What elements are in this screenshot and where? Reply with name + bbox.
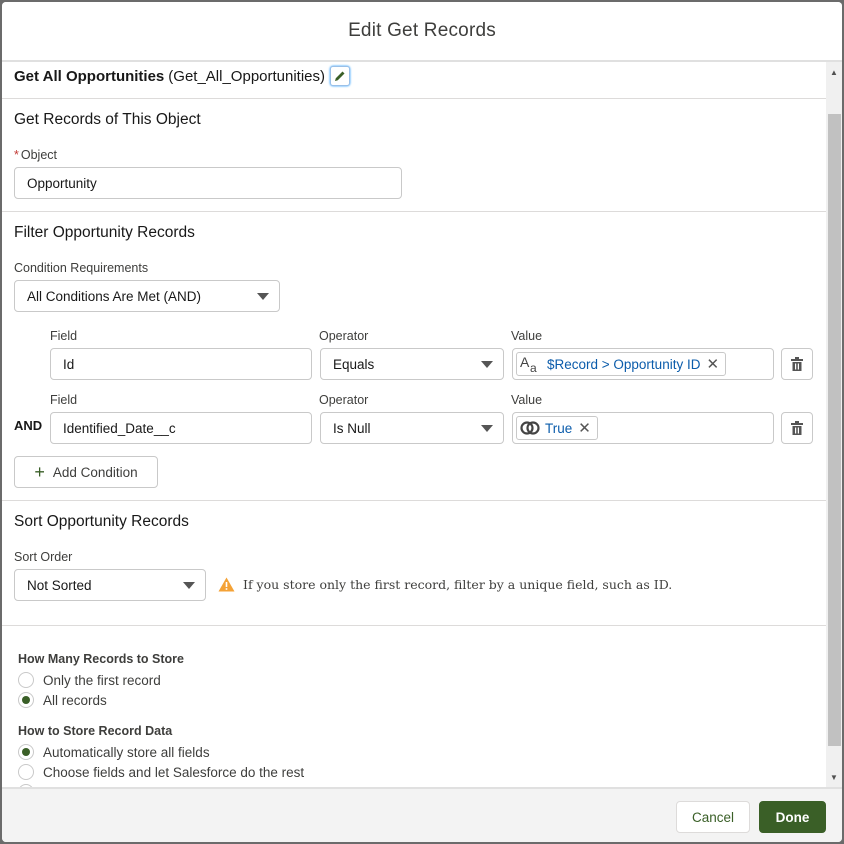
done-button[interactable]: Done (759, 801, 826, 833)
radio-choose-fields[interactable]: Choose fields and let Salesforce do the … (18, 764, 304, 780)
object-value: Opportunity (27, 175, 97, 191)
scrollbar[interactable]: ▲ ▼ (826, 62, 842, 787)
filter-section: Filter Opportunity Records Condition Req… (2, 212, 826, 501)
radio-only-first-record[interactable]: Only the first record (18, 672, 161, 688)
object-section: Get Records of This Object * Object Oppor… (2, 99, 826, 212)
field-value: Identified_Date__c (63, 420, 176, 436)
chevron-down-icon (481, 361, 493, 368)
radio-all-records[interactable]: All records (18, 692, 107, 708)
radio-button[interactable] (18, 744, 34, 760)
radio-button[interactable] (18, 764, 34, 780)
operator-value: Is Null (333, 420, 371, 436)
warning-text: If you store only the first record, filt… (243, 577, 673, 592)
value-label: Value (511, 329, 543, 343)
value-pill-text: $Record > Opportunity ID (547, 356, 701, 372)
delete-condition-button[interactable] (781, 348, 813, 380)
operator-label: Operator (319, 329, 369, 343)
trash-icon (791, 421, 803, 435)
modal-title: Edit Get Records (348, 20, 496, 41)
scroll-up-arrow-icon[interactable]: ▲ (826, 64, 842, 80)
sort-warning: If you store only the first record, filt… (218, 577, 672, 592)
add-condition-button[interactable]: + Add Condition (14, 456, 158, 488)
element-name: Get All Opportunities (Get_All_Opportuni… (14, 66, 351, 86)
trash-icon (791, 357, 803, 371)
condition-connector: AND (14, 418, 43, 433)
sort-section-title: Sort Opportunity Records (14, 513, 189, 530)
condition-requirements-value: All Conditions Are Met (AND) (27, 288, 202, 304)
value-pill[interactable]: True ✕ (516, 416, 598, 440)
boolean-icon (520, 420, 540, 436)
filter-section-title: Filter Opportunity Records (14, 224, 195, 241)
edit-name-button[interactable] (330, 66, 351, 86)
how-many-records-label: How Many Records to Store (18, 652, 184, 666)
radio-button[interactable] (18, 692, 34, 708)
field-value: Id (63, 356, 75, 372)
sort-order-label: Sort Order (14, 550, 73, 564)
svg-text:A: A (520, 355, 530, 370)
text-type-icon: Aa (520, 355, 542, 373)
remove-pill-icon[interactable]: ✕ (706, 355, 719, 373)
chevron-down-icon (183, 582, 195, 589)
value-label: Value (511, 393, 543, 407)
pencil-icon (335, 71, 345, 81)
scroll-thumb[interactable] (828, 114, 841, 746)
operator-label: Operator (319, 393, 369, 407)
element-api-name: (Get_All_Opportunities) (168, 67, 326, 85)
field-input[interactable]: Identified_Date__c (50, 412, 312, 444)
object-section-title: Get Records of This Object (14, 111, 201, 128)
how-to-store-label: How to Store Record Data (18, 724, 173, 738)
field-label: Field (50, 393, 78, 407)
element-label: Get All Opportunities (14, 67, 165, 85)
condition-requirements-select[interactable]: All Conditions Are Met (AND) (14, 280, 280, 312)
operator-select[interactable]: Equals (320, 348, 504, 380)
sort-order-select[interactable]: Not Sorted (14, 569, 206, 601)
value-pill-text: True (545, 420, 573, 436)
radio-button[interactable] (18, 672, 34, 688)
sort-order-value: Not Sorted (27, 577, 92, 593)
modal-footer: Cancel Done (2, 787, 842, 842)
operator-select[interactable]: Is Null (320, 412, 504, 444)
object-input[interactable]: Opportunity (14, 167, 402, 199)
element-name-section: Get All Opportunities (Get_All_Opportuni… (2, 62, 826, 99)
value-input[interactable]: True ✕ (512, 412, 774, 444)
remove-pill-icon[interactable]: ✕ (578, 419, 591, 437)
sort-section: Sort Opportunity Records Sort Order Not … (2, 501, 826, 626)
delete-condition-button[interactable] (781, 412, 813, 444)
warning-icon (218, 577, 235, 592)
value-pill[interactable]: Aa $Record > Opportunity ID ✕ (516, 352, 727, 376)
field-label: Field (50, 329, 78, 343)
plus-icon: + (34, 461, 45, 482)
scroll-down-arrow-icon[interactable]: ▼ (826, 769, 842, 785)
radio-auto-store-all-fields[interactable]: Automatically store all fields (18, 744, 210, 760)
value-input[interactable]: Aa $Record > Opportunity ID ✕ (512, 348, 774, 380)
cancel-button[interactable]: Cancel (676, 801, 750, 833)
condition-requirements-label: Condition Requirements (14, 261, 149, 275)
field-input[interactable]: Id (50, 348, 312, 380)
operator-value: Equals (333, 356, 375, 372)
modal-body: Get All Opportunities (Get_All_Opportuni… (2, 62, 826, 787)
modal-header: Edit Get Records (2, 2, 842, 62)
object-label: * Object (14, 148, 58, 162)
chevron-down-icon (481, 425, 493, 432)
edit-get-records-modal: Edit Get Records Get All Opportunities (… (2, 2, 842, 842)
chevron-down-icon (257, 293, 269, 300)
svg-text:a: a (530, 361, 537, 373)
